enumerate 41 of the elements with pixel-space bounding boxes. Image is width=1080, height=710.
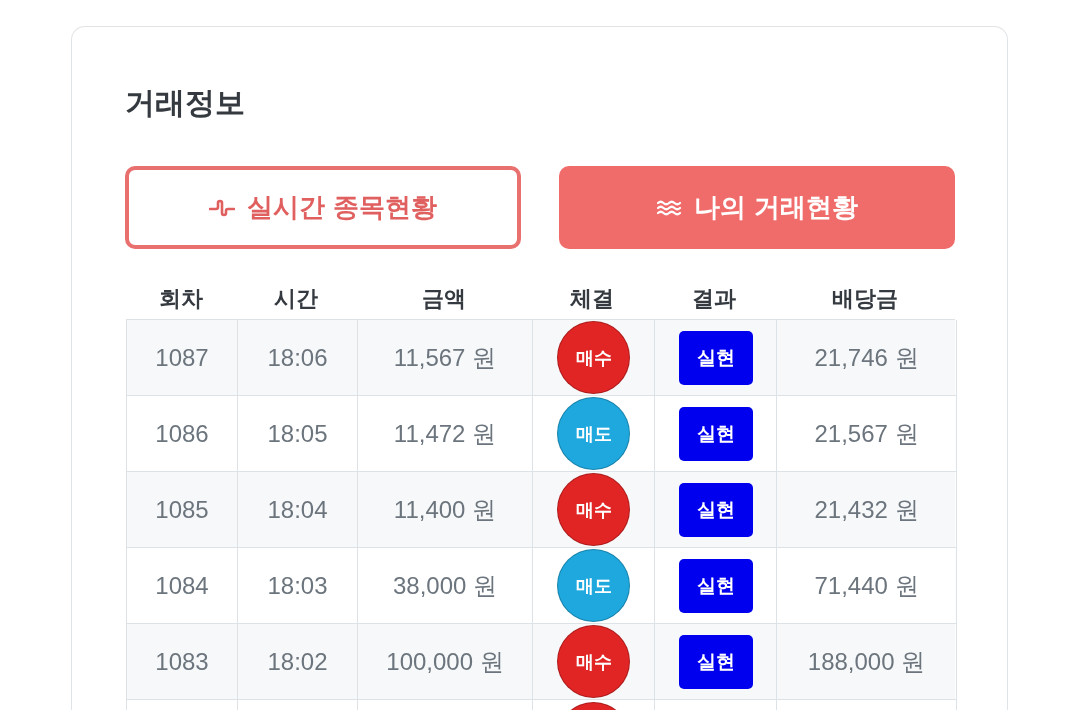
trade-type-tag: 매도 [557, 397, 630, 470]
time-cell: 18:05 [267, 419, 328, 448]
result-tag: 실현 [678, 482, 753, 537]
payout-cell-text: 21,432 원 [814, 494, 919, 525]
payout-cell-text: 188,000 원 [807, 646, 926, 677]
time-cell: 18:03 [267, 571, 328, 600]
round-cell: 1085 [155, 495, 209, 524]
amount-cell-text: 11,567 원 [393, 342, 497, 373]
pulse-icon [209, 197, 236, 218]
amount-cell-text: 38,000 원 [392, 570, 498, 601]
round-cell: 1087 [155, 343, 209, 372]
result-tag: 실현 [678, 634, 753, 689]
time-cell: 18:04 [267, 495, 328, 524]
column-header: 금액 [421, 285, 466, 313]
column-header: 결과 [692, 285, 736, 313]
amount-cell-text: 100,000 원 [386, 646, 504, 677]
column-header: 시간 [274, 285, 318, 313]
time-cell: 18:02 [267, 647, 328, 676]
tab-button[interactable]: 나의 거래현황 [559, 166, 955, 249]
column-header: 회차 [158, 285, 203, 313]
amount-cell-text: 11,472 원 [393, 418, 497, 449]
result-tag: 실현 [678, 330, 753, 385]
round-cell: 1084 [155, 571, 209, 600]
trade-type-tag: 매도 [557, 549, 630, 622]
trade-type-tag: 매수 [557, 625, 630, 698]
result-tag: 실현 [678, 558, 753, 613]
trade-type-tag: 매수 [557, 321, 630, 394]
time-cell: 18:06 [267, 343, 328, 372]
waves-icon [656, 198, 683, 217]
result-tag: 실현 [678, 406, 753, 461]
column-header: 체결 [570, 285, 614, 313]
round-cell: 1086 [155, 419, 209, 448]
trade-type-tag: 매수 [557, 473, 630, 546]
round-cell: 1083 [155, 647, 209, 676]
section-title: 거래정보 [125, 85, 246, 121]
tab-button[interactable]: 실시간 종목현황 [125, 166, 521, 249]
amount-cell-text: 11,400 원 [393, 494, 497, 525]
column-header: 배당금 [832, 285, 898, 313]
payout-cell-text: 21,567 원 [814, 418, 919, 449]
payout-cell-text: 21,746 원 [814, 342, 919, 373]
payout-cell-text: 71,440 원 [814, 570, 919, 601]
